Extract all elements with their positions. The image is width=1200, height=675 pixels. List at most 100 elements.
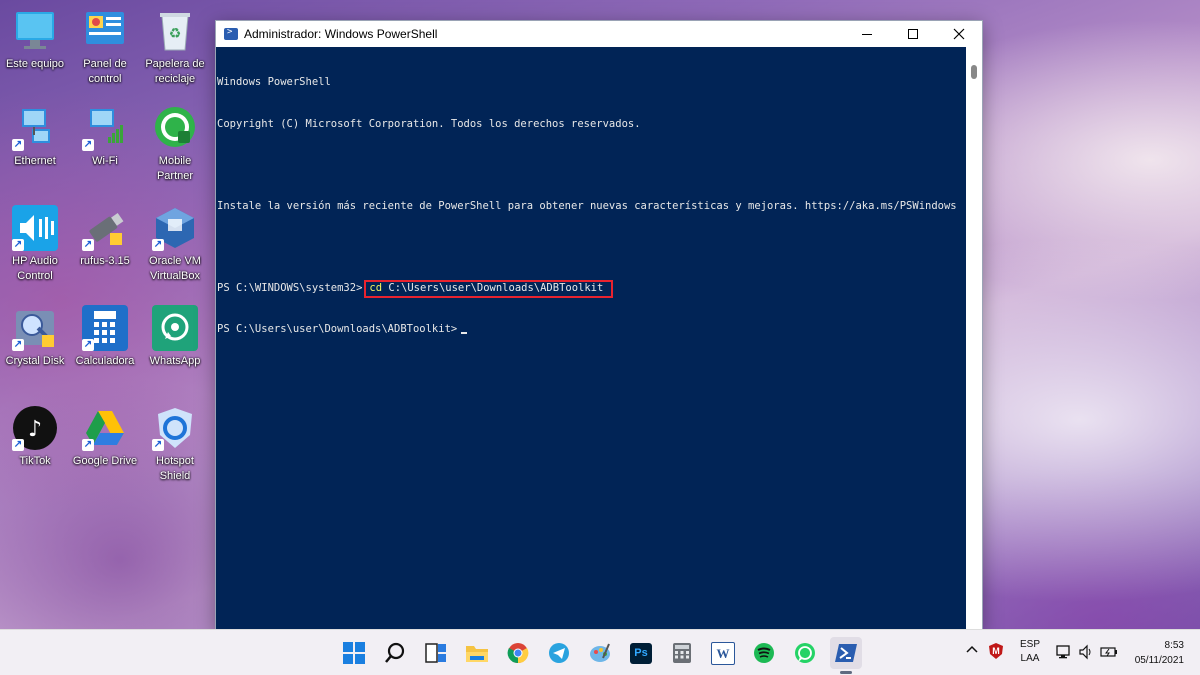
- clock[interactable]: 8:53 05/11/2021: [1124, 638, 1184, 668]
- language-indicator[interactable]: ESP LAA: [1020, 638, 1040, 666]
- taskbar-calculator[interactable]: [666, 637, 698, 669]
- language-code: ESP: [1019, 639, 1040, 650]
- taskbar-paint[interactable]: [584, 637, 616, 669]
- desktop-icon-label: Panel de control: [83, 58, 127, 85]
- console-line: Copyright (C) Microsoft Corporation. Tod…: [217, 117, 641, 130]
- desktop-icon-calculadora[interactable]: ↗ Calculadora: [70, 305, 140, 369]
- taskbar-telegram[interactable]: [543, 637, 575, 669]
- virtualbox-icon: ↗: [152, 205, 198, 251]
- shortcut-arrow-icon: ↗: [12, 439, 24, 451]
- minimize-icon: [862, 34, 872, 35]
- battery-tray-icon[interactable]: [1100, 644, 1118, 663]
- taskbar-photoshop[interactable]: Ps: [625, 637, 657, 669]
- show-hidden-icons-button[interactable]: [966, 644, 978, 657]
- maximize-icon: [908, 29, 918, 39]
- console-output[interactable]: Windows PowerShell Copyright (C) Microso…: [216, 47, 966, 631]
- desktop-icon-mobile-partner[interactable]: Mobile Partner: [140, 105, 210, 184]
- maximize-button[interactable]: [890, 21, 936, 47]
- console-line: Windows PowerShell: [217, 76, 331, 89]
- desktop-icon-crystal-disk[interactable]: ↗ Crystal Disk: [0, 305, 70, 369]
- console-prompt-line: PS C:\Users\user\Downloads\ADBToolkit>: [217, 323, 966, 337]
- svg-text:♻: ♻: [169, 25, 182, 41]
- taskbar-file-explorer[interactable]: [461, 637, 493, 669]
- spotify-icon: [754, 643, 774, 663]
- mcafee-shield-icon: M: [989, 643, 1003, 659]
- scrollbar-thumb[interactable]: [971, 65, 977, 79]
- desktop-icon-tiktok[interactable]: ♪ ↗ TikTok: [0, 405, 70, 469]
- desktop-icon-hotspot-shield[interactable]: ↗ Hotspot Shield: [140, 405, 210, 484]
- recycle-bin-icon: ♻: [152, 8, 198, 54]
- minimize-button[interactable]: [844, 21, 890, 47]
- shortcut-arrow-icon: ↗: [82, 239, 94, 251]
- taskbar-word[interactable]: W: [707, 637, 739, 669]
- desktop-icon-whatsapp[interactable]: WhatsApp: [140, 305, 210, 369]
- taskbar-spotify[interactable]: [748, 637, 780, 669]
- taskbar-task-view-button[interactable]: [420, 637, 452, 669]
- control-panel-icon: [82, 8, 128, 54]
- shortcut-arrow-icon: ↗: [12, 239, 24, 251]
- battery-charging-icon: [1100, 647, 1117, 657]
- shortcut-arrow-icon: ↗: [82, 339, 94, 351]
- taskbar-chrome[interactable]: [502, 637, 534, 669]
- command-keyword: cd: [369, 281, 383, 294]
- audio-control-icon: ↗: [12, 205, 58, 251]
- desktop-icon-ethernet[interactable]: ↗ Ethernet: [0, 105, 70, 169]
- keyboard-layout: LAA: [1020, 653, 1040, 664]
- network-icon: [1056, 645, 1070, 659]
- desktop-icon-google-drive[interactable]: ↗ Google Drive: [70, 405, 140, 469]
- desktop-icon-label: Ethernet: [14, 155, 56, 167]
- highlighted-command: cd C:\Users\user\Downloads\ADBToolkit: [364, 279, 614, 298]
- network-tray-icon[interactable]: [1056, 644, 1072, 663]
- console-command-line: PS C:\WINDOWS\system32> cd C:\Users\user\…: [217, 279, 966, 298]
- close-icon: [953, 28, 965, 40]
- desktop-icon-label: Papelera de reciclaje: [145, 58, 205, 85]
- hotspot-shield-icon: ↗: [152, 405, 198, 451]
- shortcut-arrow-icon: ↗: [82, 139, 94, 151]
- clock-time: 8:53: [1164, 640, 1184, 651]
- desktop-icon-hp-audio[interactable]: ↗ HP Audio Control: [0, 205, 70, 284]
- taskbar-search-button[interactable]: [379, 637, 411, 669]
- taskbar-whatsapp[interactable]: [789, 637, 821, 669]
- desktop-icon-papelera[interactable]: ♻ Papelera de reciclaje: [140, 8, 210, 87]
- calculator-icon: ↗: [82, 305, 128, 351]
- mobile-partner-icon: [152, 105, 198, 151]
- taskbar-powershell[interactable]: [830, 637, 862, 674]
- desktop-icon-label: Este equipo: [5, 58, 65, 70]
- usb-drive-icon: ↗: [82, 205, 128, 251]
- mcafee-tray-icon[interactable]: M: [988, 642, 1004, 663]
- desktop-icon-label: Hotspot Shield: [156, 455, 194, 482]
- console-prompt: PS C:\WINDOWS\system32>: [217, 281, 363, 294]
- desktop-icon-panel-de-control[interactable]: Panel de control: [70, 8, 140, 87]
- volume-icon: [1079, 644, 1091, 660]
- desktop-icon-rufus[interactable]: ↗ rufus-3.15: [70, 205, 140, 269]
- shortcut-arrow-icon: ↗: [82, 439, 94, 451]
- desktop-icon-label: rufus-3.15: [80, 255, 130, 267]
- desktop-icon-label: HP Audio Control: [12, 255, 58, 282]
- vertical-scrollbar[interactable]: [966, 47, 982, 631]
- desktop-icon-este-equipo[interactable]: Este equipo: [0, 8, 70, 72]
- desktop-icon-label: TikTok: [19, 455, 51, 467]
- calculator-icon: [673, 643, 691, 663]
- powershell-window[interactable]: Administrador: Windows PowerShell Window…: [215, 20, 983, 632]
- whatsapp-icon: [152, 305, 198, 351]
- window-titlebar[interactable]: Administrador: Windows PowerShell: [216, 21, 982, 47]
- window-title: Administrador: Windows PowerShell: [244, 27, 438, 41]
- desktop-icon-wifi[interactable]: ↗ Wi-Fi: [70, 105, 140, 169]
- console-line: Instale la versión más reciente de Power…: [217, 199, 957, 212]
- text-cursor: [461, 331, 468, 334]
- taskbar-start-button[interactable]: [338, 637, 370, 669]
- shortcut-arrow-icon: ↗: [12, 139, 24, 151]
- volume-tray-icon[interactable]: [1078, 644, 1094, 663]
- close-button[interactable]: [936, 21, 982, 47]
- powershell-icon: [224, 27, 238, 40]
- powershell-icon: [835, 644, 857, 662]
- desktop-icon-virtualbox[interactable]: ↗ Oracle VM VirtualBox: [140, 205, 210, 284]
- svg-text:M: M: [992, 646, 1000, 656]
- google-drive-icon: ↗: [82, 405, 128, 451]
- paint-icon: [590, 643, 610, 662]
- desktop-icon-label: Crystal Disk: [5, 355, 65, 367]
- desktop-icon-label: Mobile Partner: [156, 155, 194, 182]
- svg-text:♪: ♪: [28, 417, 42, 442]
